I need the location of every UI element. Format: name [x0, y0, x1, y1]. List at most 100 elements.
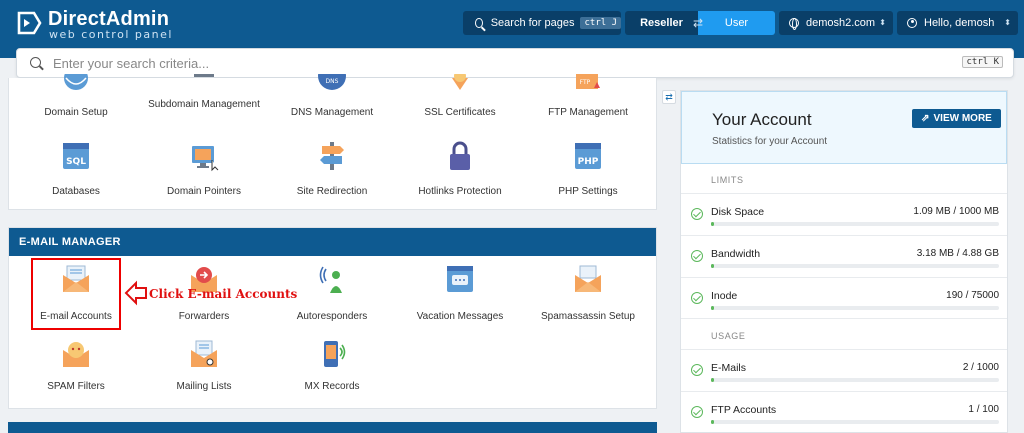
logo-mark-icon [17, 11, 42, 35]
search-pages-shortcut: ctrl J [580, 17, 621, 29]
tile-mailing-lists[interactable]: Mailing Lists [144, 338, 264, 398]
account-subtitle: Statistics for your Account [712, 136, 828, 147]
stat-row-disk-space: Disk Space 1.09 MB / 1000 MB [681, 193, 1007, 234]
check-circle-icon [691, 250, 703, 262]
php-file-icon: PHP [575, 143, 601, 169]
annotation-callout: Click E-mail Accounts [124, 280, 298, 306]
tile-hotlinks-protection[interactable]: Hotlinks Protection [400, 140, 520, 202]
stat-name: Bandwidth [711, 248, 761, 260]
tile-label: SSL Certificates [424, 107, 496, 118]
view-more-button[interactable]: ⇗ VIEW MORE [912, 109, 1001, 128]
stat-row-bandwidth: Bandwidth 3.18 MB / 4.88 GB [681, 235, 1007, 276]
tile-label: MX Records [304, 381, 360, 392]
search-pages-label: Search for pages [490, 17, 575, 29]
ftp-folder-icon: FTP [576, 74, 600, 89]
tile-php-settings[interactable]: PHP PHP Settings [528, 140, 648, 202]
domain-selector[interactable]: demosh2.com ⬍ [779, 11, 893, 35]
stat-name: Inode [711, 290, 738, 302]
divider [681, 318, 1007, 319]
tile-domain-pointers[interactable]: Domain Pointers [144, 140, 264, 202]
tile-label: Vacation Messages [416, 311, 504, 322]
stat-progress-bar [711, 378, 999, 382]
spam-filter-icon [63, 342, 89, 367]
tile-label: Subdomain Management [148, 99, 260, 110]
subdomain-icon [194, 74, 214, 77]
tile-vacation-messages[interactable]: Vacation Messages [400, 263, 520, 325]
stat-value: 1.09 MB / 1000 MB [913, 206, 999, 217]
logo-tagline: web control panel [49, 28, 173, 41]
tile-label: PHP Settings [558, 186, 618, 197]
stat-value: 190 / 75000 [946, 290, 999, 301]
check-circle-icon [691, 406, 703, 418]
check-circle-icon [691, 292, 703, 304]
stat-progress-bar [711, 264, 999, 268]
globe-icon [789, 18, 799, 30]
sql-database-icon: SQL [63, 143, 89, 169]
tile-label: Mailing Lists [176, 381, 232, 392]
tile-label: Forwarders [178, 311, 230, 322]
user-avatar-icon [907, 18, 917, 28]
external-link-icon: ⇗ [921, 113, 930, 124]
tile-ssl-certificates[interactable]: SSL Certificates [400, 74, 520, 130]
tile-label: Autoresponders [296, 311, 368, 322]
directadmin-logo[interactable]: DirectAdmin web control panel [16, 8, 176, 42]
usage-group-label: USAGE [711, 331, 746, 341]
search-icon [30, 57, 41, 68]
tile-spamassassin-setup[interactable]: Spamassassin Setup [528, 263, 648, 325]
tile-subdomain-management[interactable]: Subdomain Management [144, 74, 264, 130]
stat-name: E-Mails [711, 362, 747, 374]
mx-records-icon [324, 341, 346, 367]
padlock-icon [450, 141, 470, 170]
svg-text:SQL: SQL [66, 157, 86, 167]
role-switcher: Reseller User ⇄ [625, 11, 775, 35]
account-card-header: Your Account Statistics for your Account… [681, 91, 1007, 164]
stat-row-inode: Inode 190 / 75000 [681, 277, 1007, 318]
tile-label: DNS Management [290, 107, 374, 118]
tile-label: Hotlinks Protection [418, 186, 502, 197]
role-user-button[interactable]: User [698, 11, 775, 35]
stat-value: 2 / 1000 [962, 362, 999, 373]
swap-panel-icon[interactable]: ⇄ [662, 90, 676, 104]
stat-row-emails: E-Mails 2 / 1000 [681, 349, 1007, 390]
tile-spam-filters[interactable]: SPAM Filters [16, 338, 136, 398]
svg-text:DNS: DNS [326, 78, 339, 85]
tile-databases[interactable]: SQL Databases [16, 140, 136, 202]
updown-chevron-icon: ⬍ [1004, 18, 1011, 27]
annotation-text: Click E-mail Accounts [149, 287, 298, 301]
search-shortcut: ctrl K [962, 56, 1003, 68]
autoresponder-icon [319, 266, 342, 293]
stat-progress-bar [711, 420, 999, 424]
stat-progress-bar [711, 306, 999, 310]
search-pages-button[interactable]: Search for pages ctrl J [463, 11, 621, 35]
swap-arrows-icon: ⇄ [693, 16, 704, 30]
vacation-message-icon [447, 266, 473, 292]
tile-label: Databases [52, 186, 100, 197]
tile-mx-records[interactable]: MX Records [272, 338, 392, 398]
stat-value: 3.18 MB / 4.88 GB [916, 248, 999, 259]
section-title: E-MAIL MANAGER [9, 228, 656, 256]
spamassassin-icon [575, 265, 601, 292]
role-reseller-button[interactable]: Reseller [625, 11, 698, 35]
tile-ftp-management[interactable]: FTP FTP Management [528, 74, 648, 130]
highlight-box [31, 258, 121, 330]
domain-pointer-icon [192, 146, 219, 172]
tile-label: Domain Setup [44, 107, 108, 118]
signpost-icon [320, 142, 344, 170]
tile-domain-setup[interactable]: Domain Setup [16, 74, 136, 130]
dns-globe-icon: DNS [318, 74, 346, 90]
view-more-label: VIEW MORE [933, 113, 992, 124]
user-greeting: Hello, demosh [924, 17, 995, 29]
tile-dns-management[interactable]: DNS DNS Management [272, 74, 392, 130]
left-arrow-icon [124, 280, 147, 306]
account-title: Your Account [712, 110, 812, 129]
tile-site-redirection[interactable]: Site Redirection [272, 140, 392, 202]
tile-label: Domain Pointers [167, 186, 241, 197]
search-input[interactable] [53, 53, 933, 73]
updown-chevron-icon: ⬍ [879, 18, 886, 27]
user-menu[interactable]: Hello, demosh ⬍ [897, 11, 1018, 35]
stat-name: Disk Space [711, 206, 765, 218]
current-domain: demosh2.com [806, 17, 876, 29]
next-section-header [8, 422, 657, 433]
tile-label: Spamassassin Setup [541, 311, 635, 322]
global-search-bar: ctrl K [16, 48, 1014, 78]
